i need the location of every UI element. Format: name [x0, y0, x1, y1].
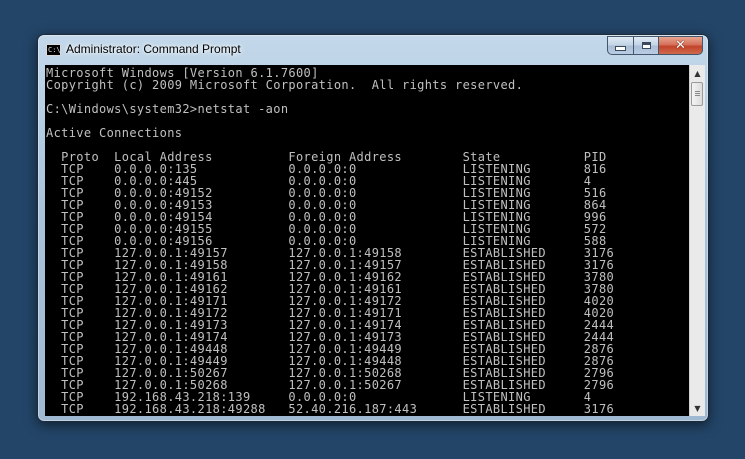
console-line: TCP 192.168.43.218:49288 52.40.216.187:4… [46, 402, 615, 416]
command-prompt-window[interactable]: C:\ Administrator: Command Prompt ✕ Micr… [37, 34, 709, 422]
console-output[interactable]: Microsoft Windows [Version 6.1.7600] Cop… [45, 65, 689, 416]
maximize-icon [641, 42, 651, 49]
grip-line [695, 95, 700, 96]
minimize-button[interactable] [607, 36, 633, 55]
minimize-icon [615, 46, 626, 51]
caption-buttons: ✕ [607, 36, 703, 55]
scroll-up-icon[interactable]: ▲ [690, 65, 705, 81]
grip-line [695, 93, 700, 94]
console-line: Active Connections [46, 126, 183, 140]
title-bar[interactable]: C:\ Administrator: Command Prompt ✕ [38, 35, 708, 65]
maximize-button[interactable] [633, 36, 659, 55]
grip-line [695, 91, 700, 92]
close-icon: ✕ [675, 38, 686, 53]
vertical-scrollbar[interactable]: ▲ ▼ [689, 65, 705, 416]
scrollbar-thumb[interactable] [691, 82, 703, 106]
close-button[interactable]: ✕ [659, 36, 703, 55]
console-line: Copyright (c) 2009 Microsoft Corporation… [46, 78, 524, 92]
command-prompt-icon[interactable]: C:\ [46, 44, 61, 56]
window-title: Administrator: Command Prompt [66, 42, 241, 56]
console-line: C:\Windows\system32>netstat -aon [46, 102, 289, 116]
console-text: Microsoft Windows [Version 6.1.7600] Cop… [45, 65, 689, 415]
scroll-down-icon[interactable]: ▼ [690, 400, 705, 416]
